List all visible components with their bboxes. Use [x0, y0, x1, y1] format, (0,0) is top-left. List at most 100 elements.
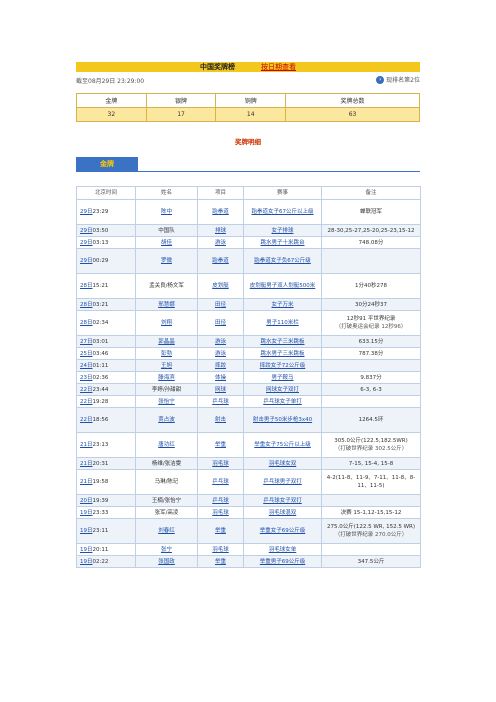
event-link[interactable]: 羽毛球女双 — [269, 461, 297, 467]
athlete-link[interactable]: 张宁 — [161, 547, 172, 553]
event-link[interactable]: 乒乓球男子双打 — [263, 479, 302, 485]
date-link[interactable]: 28日 — [80, 283, 93, 289]
event-link[interactable]: 羽毛球女单 — [269, 547, 297, 553]
note-text: 1分40秒278 — [355, 283, 387, 289]
sport-link[interactable]: 摔跤 — [215, 363, 226, 369]
view-by-date-link[interactable]: 按日期查看 — [261, 62, 296, 72]
date-link[interactable]: 28日 — [80, 302, 93, 308]
date-link[interactable]: 19日 — [80, 559, 93, 565]
date-link[interactable]: 20日 — [80, 498, 93, 504]
date-link[interactable]: 22日 — [80, 417, 93, 423]
date-link[interactable]: 19日 — [80, 547, 93, 553]
table-row: 19日23:33 张军/高凌 羽毛球 羽毛球混双 决赛 15-1,12-15,15-12 — [76, 506, 421, 519]
time-text: 19:39 — [92, 497, 109, 504]
date-link[interactable]: 22日 — [80, 399, 93, 405]
event-link[interactable]: 皮划艇男子双人划艇500米 — [250, 283, 316, 289]
cell-sport: 举重 — [197, 518, 244, 544]
athlete-link[interactable]: 王旭 — [161, 363, 172, 369]
sport-link[interactable]: 排球 — [215, 228, 226, 234]
sport-link[interactable]: 游泳 — [215, 351, 226, 357]
athlete-link[interactable]: 张怡宁 — [158, 399, 175, 405]
sport-link[interactable]: 田径 — [215, 320, 226, 326]
sport-link[interactable]: 田径 — [215, 302, 226, 308]
cell-note: 7-15, 15-4, 15-8 — [321, 457, 421, 470]
event-link[interactable]: 女子万米 — [271, 302, 293, 308]
cell-event: 摔跤女子72公斤级 — [243, 359, 322, 372]
athlete-link[interactable]: 陈中 — [161, 209, 172, 215]
sport-link[interactable]: 射击 — [215, 417, 226, 423]
date-link[interactable]: 28日 — [80, 320, 93, 326]
event-link[interactable]: 男子110米栏 — [266, 320, 299, 326]
event-link[interactable]: 乒乓球女子双打 — [263, 498, 302, 504]
event-link[interactable]: 举重女子75公斤以上级 — [254, 442, 311, 448]
athlete-name: 中国队 — [158, 227, 175, 234]
athlete-link[interactable]: 刘翔 — [161, 320, 172, 326]
event-link[interactable]: 乒乓球女子单打 — [263, 399, 302, 405]
time-text: 23:13 — [92, 442, 109, 448]
date-link[interactable]: 21日 — [80, 461, 93, 467]
sport-link[interactable]: 羽毛球 — [212, 547, 229, 553]
sport-link[interactable]: 乒乓球 — [212, 399, 229, 405]
athlete-link[interactable]: 胡佳 — [161, 240, 172, 246]
sport-link[interactable]: 羽毛球 — [212, 461, 229, 467]
cell-note: 4-2(11-8、11-9、7-11、11-8、8-11、11-5) — [321, 469, 421, 495]
date-link[interactable]: 25日 — [80, 351, 93, 357]
sport-link[interactable]: 举重 — [215, 528, 226, 534]
athlete-name: 李婷/孙甜甜 — [151, 386, 182, 393]
athlete-link[interactable]: 刘春红 — [158, 528, 175, 534]
table-row: 22日23:44 李婷/孙甜甜 网球 网球女子双打 6-3, 6-3 — [76, 383, 421, 396]
event-link[interactable]: 羽毛球混双 — [269, 510, 297, 516]
event-link[interactable]: 跆拳道女子负67公斤级 — [254, 258, 311, 264]
cell-note: 9.837分 — [321, 371, 421, 384]
event-link[interactable]: 跆拳道女子67公斤以上级 — [252, 209, 314, 215]
sport-link[interactable]: 游泳 — [215, 339, 226, 345]
date-link[interactable]: 27日 — [80, 339, 93, 345]
event-link[interactable]: 跳水男子三米跳板 — [260, 351, 304, 357]
sport-link[interactable]: 游泳 — [215, 240, 226, 246]
event-link[interactable]: 男子鞍马 — [271, 375, 293, 381]
event-link[interactable]: 举重男子69公斤级 — [260, 559, 306, 565]
date-link[interactable]: 29日 — [80, 209, 93, 215]
sport-link[interactable]: 举重 — [215, 442, 226, 448]
athlete-link[interactable]: 郭晶晶 — [158, 339, 175, 345]
event-link[interactable]: 举重女子69公斤级 — [260, 528, 306, 534]
date-link[interactable]: 19日 — [80, 510, 93, 516]
date-link[interactable]: 21日 — [80, 479, 93, 485]
date-link[interactable]: 24日 — [80, 363, 93, 369]
sport-link[interactable]: 体操 — [215, 375, 226, 381]
date-link[interactable]: 23日 — [80, 375, 93, 381]
athlete-link[interactable]: 彭勃 — [161, 351, 172, 357]
athlete-link[interactable]: 邢慧娜 — [158, 302, 175, 308]
sport-link[interactable]: 跆拳道 — [212, 258, 229, 264]
athlete-link[interactable]: 唐功红 — [158, 442, 175, 448]
date-link[interactable]: 19日 — [80, 528, 93, 534]
sport-link[interactable]: 皮划艇 — [212, 283, 229, 289]
athlete-link[interactable]: 滕海滨 — [158, 375, 175, 381]
event-link[interactable]: 摔跤女子72公斤级 — [260, 363, 306, 369]
athlete-link[interactable]: 罗微 — [161, 258, 172, 264]
sport-link[interactable]: 乒乓球 — [212, 479, 229, 485]
event-link[interactable]: 网球女子双打 — [266, 387, 299, 393]
sport-link[interactable]: 举重 — [215, 559, 226, 565]
cell-sport: 羽毛球 — [197, 506, 244, 519]
athlete-link[interactable]: 贾占波 — [158, 417, 175, 423]
date-link[interactable]: 29日 — [80, 228, 93, 234]
event-link[interactable]: 跳水女子三米跳板 — [260, 339, 304, 345]
cell-event: 乒乓球男子双打 — [243, 469, 322, 495]
sport-link[interactable]: 跆拳道 — [212, 209, 229, 215]
sport-link[interactable]: 羽毛球 — [212, 510, 229, 516]
date-link[interactable]: 29日 — [80, 240, 93, 246]
event-link[interactable]: 射击男子50米步枪3x40 — [253, 417, 312, 423]
date-link[interactable]: 22日 — [80, 387, 93, 393]
gold-count: 32 — [76, 107, 147, 122]
date-link[interactable]: 21日 — [80, 442, 93, 448]
athlete-link[interactable]: 张国政 — [158, 559, 175, 565]
event-link[interactable]: 女子排球 — [271, 228, 293, 234]
gold-medal-tab[interactable]: 金牌 — [76, 157, 138, 171]
table-row: 19日02:22 张国政 举重 举重男子69公斤级 347.5公斤 — [76, 555, 421, 568]
date-link[interactable]: 29日 — [80, 258, 93, 264]
sport-link[interactable]: 网球 — [215, 387, 226, 393]
sport-link[interactable]: 乒乓球 — [212, 498, 229, 504]
table-row: 28日02:34 刘翔 田径 男子110米栏 12秒91 平世界纪录 （打破奥运会纪录 1… — [76, 310, 421, 336]
event-link[interactable]: 跳水男子十米跳台 — [260, 240, 304, 246]
